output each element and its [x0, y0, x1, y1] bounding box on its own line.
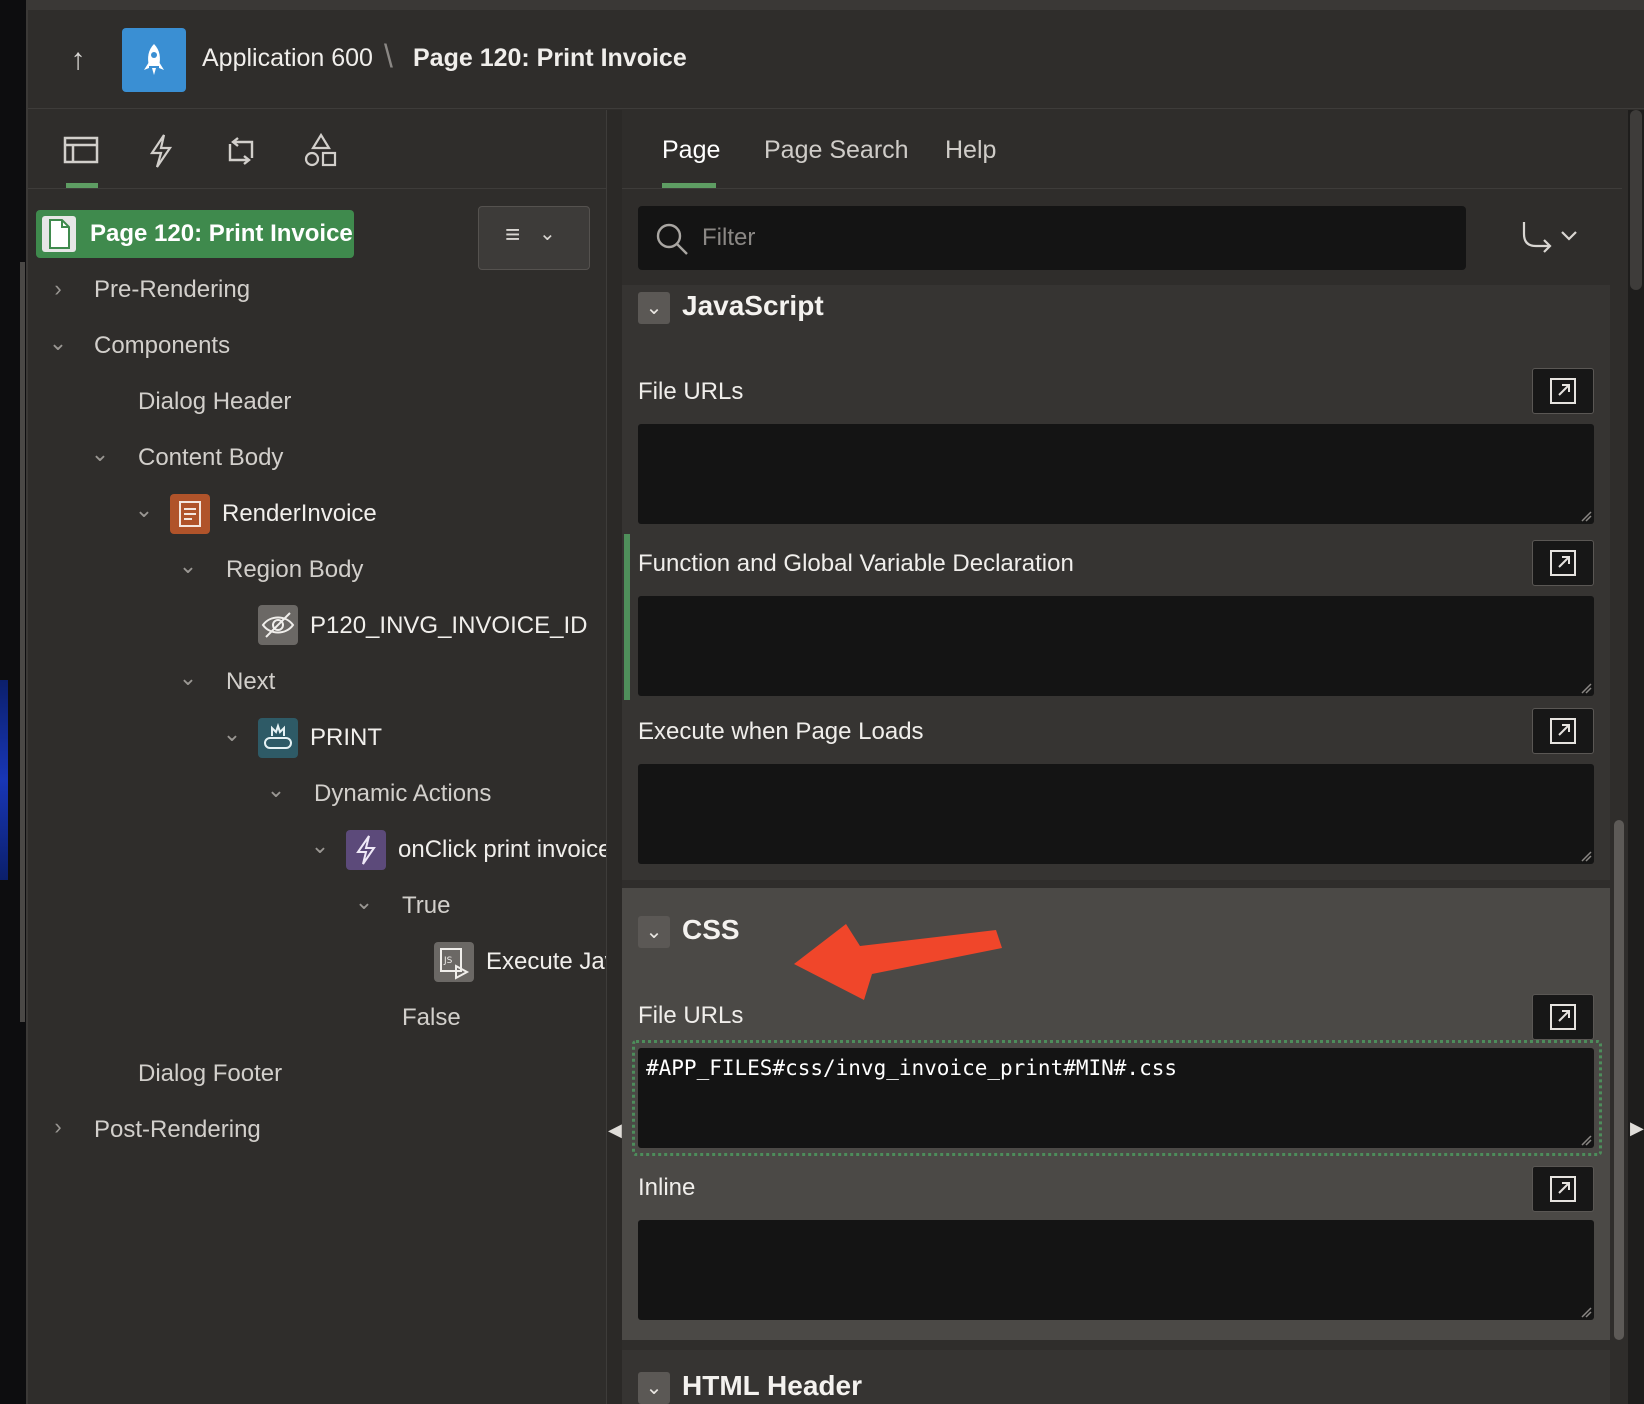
filter-input[interactable] [638, 206, 1466, 270]
tree-node-invoice-id-item[interactable]: P120_INVG_INVOICE_ID [310, 606, 587, 646]
expand-icon [1550, 718, 1576, 744]
tabs-divider [622, 188, 1622, 189]
annotation-arrow [794, 924, 1002, 1000]
javascript-action-icon: JS [434, 942, 474, 982]
js-execute-on-load-label: Execute when Page Loads [638, 718, 924, 745]
tab-help[interactable]: Help [945, 136, 996, 165]
css-file-urls-value: #APP_FILES#css/invg_invoice_print#MIN#.c… [646, 1056, 1178, 1080]
chevron-right-icon[interactable]: › [46, 277, 70, 301]
svg-text:JS: JS [443, 956, 453, 966]
dynamic-action-icon [346, 830, 386, 870]
tree-node-dynamic-actions[interactable]: Dynamic Actions [314, 774, 491, 814]
desktop-background [0, 680, 8, 880]
tree-node-region-body[interactable]: Region Body [226, 550, 363, 590]
tree-node-components[interactable]: Components [94, 326, 230, 366]
tree-node-onclick-clip: onClick print invoice [398, 830, 606, 870]
go-to-group-icon[interactable] [1520, 218, 1580, 261]
tree-node-false[interactable]: False [402, 998, 461, 1038]
outer-scrollbar-thumb[interactable] [1630, 110, 1642, 290]
javascript-group-title[interactable]: JavaScript [682, 290, 824, 322]
chevron-down-icon[interactable]: ⌄ [638, 916, 670, 948]
tree-node-post-rendering[interactable]: Post-Rendering [94, 1110, 261, 1150]
up-arrow-icon[interactable]: ↑ [62, 40, 94, 80]
expand-icon [1550, 550, 1576, 576]
css-file-urls-label: File URLs [638, 1002, 744, 1029]
tree-menu-button[interactable]: ≡ ⌄ [478, 206, 590, 270]
active-property-indicator [624, 534, 630, 700]
expand-editor-button[interactable] [1532, 708, 1594, 754]
tree-node-dialog-footer[interactable]: Dialog Footer [138, 1054, 282, 1094]
tree-scrollbar[interactable] [20, 262, 25, 1022]
tree-node-print-button[interactable]: PRINT [310, 718, 382, 758]
chevron-down-icon[interactable]: ⌄ [132, 498, 156, 522]
expand-right-icon[interactable]: ▶ [1630, 1118, 1644, 1139]
page-icon [42, 216, 76, 252]
css-inline-field[interactable] [638, 1220, 1594, 1320]
rendering-tree-icon[interactable] [62, 132, 102, 172]
filter-placeholder: Filter [702, 224, 756, 251]
chevron-down-icon[interactable]: ⌄ [638, 1372, 670, 1404]
js-file-urls-label: File URLs [638, 378, 744, 405]
css-inline-label: Inline [638, 1174, 696, 1201]
chevron-down-icon[interactable]: ⌄ [220, 722, 244, 746]
expand-icon [1550, 378, 1576, 404]
tree-node-execute-clip: Execute JavaScript Code [486, 942, 606, 982]
expand-icon [1550, 1004, 1576, 1030]
chevron-down-icon[interactable]: ⌄ [308, 834, 332, 858]
app-rocket-icon[interactable] [122, 28, 186, 92]
tree-node-render-invoice[interactable]: RenderInvoice [222, 494, 377, 534]
chevron-down-icon[interactable]: ⌄ [46, 331, 70, 355]
tree-node-dialog-header[interactable]: Dialog Header [138, 382, 291, 422]
button-icon [258, 718, 298, 758]
search-icon [654, 221, 690, 262]
expand-icon [1550, 1176, 1576, 1202]
breadcrumb-page: Page 120: Print Invoice [413, 44, 687, 72]
chevron-down-icon[interactable]: ⌄ [352, 890, 376, 914]
js-function-declaration-field[interactable] [638, 596, 1594, 696]
tree-node-onclick-print[interactable]: onClick print invoice [398, 830, 606, 870]
breadcrumb-application[interactable]: Application 600 [202, 44, 373, 73]
window-top-strip [26, 0, 1644, 10]
chevron-down-icon[interactable]: ⌄ [264, 778, 288, 802]
tab-page-search[interactable]: Page Search [764, 136, 909, 165]
region-icon [170, 494, 210, 534]
processing-icon[interactable] [222, 132, 262, 172]
js-file-urls-field[interactable] [638, 424, 1594, 524]
expand-editor-button[interactable] [1532, 368, 1594, 414]
tree-node-true[interactable]: True [402, 886, 450, 926]
tree-node-content-body[interactable]: Content Body [138, 438, 283, 478]
tree-root-label[interactable]: Page 120: Print Invoice [90, 220, 353, 248]
chevron-down-icon[interactable]: ⌄ [176, 666, 200, 690]
collapse-left-icon[interactable]: ◀ [608, 1120, 622, 1141]
chevron-right-icon[interactable]: › [46, 1115, 70, 1139]
property-scrollbar-thumb[interactable] [1614, 820, 1624, 1340]
hidden-item-icon [258, 605, 298, 645]
js-execute-on-load-field[interactable] [638, 764, 1594, 864]
tab-page[interactable]: Page [662, 136, 720, 165]
expand-editor-button[interactable] [1532, 540, 1594, 586]
chevron-down-icon[interactable]: ⌄ [638, 292, 670, 324]
tree-node-next[interactable]: Next [226, 662, 275, 702]
dynamic-actions-icon[interactable] [142, 132, 182, 172]
active-toolbar-indicator [66, 183, 98, 188]
js-function-declaration-label: Function and Global Variable Declaration [638, 550, 1074, 577]
chevron-down-icon[interactable]: ⌄ [176, 554, 200, 578]
css-group-title[interactable]: CSS [682, 914, 740, 946]
tree-node-pre-rendering[interactable]: Pre-Rendering [94, 270, 250, 310]
outer-scrollbar [1628, 110, 1644, 1404]
breadcrumb-separator: \ [384, 38, 393, 74]
shared-components-icon[interactable] [302, 132, 342, 172]
menu-lines-icon: ≡ [505, 219, 521, 249]
expand-editor-button[interactable] [1532, 1166, 1594, 1212]
tree-node-execute-js[interactable]: Execute JavaScript Code [486, 942, 606, 982]
html-header-group-title[interactable]: HTML Header [682, 1370, 862, 1402]
pane-splitter[interactable] [606, 110, 623, 1404]
chevron-down-icon[interactable]: ⌄ [88, 442, 112, 466]
chevron-down-icon: ⌄ [539, 223, 556, 245]
css-file-urls-field[interactable]: #APP_FILES#css/invg_invoice_print#MIN#.c… [638, 1048, 1594, 1148]
expand-editor-button[interactable] [1532, 994, 1594, 1040]
